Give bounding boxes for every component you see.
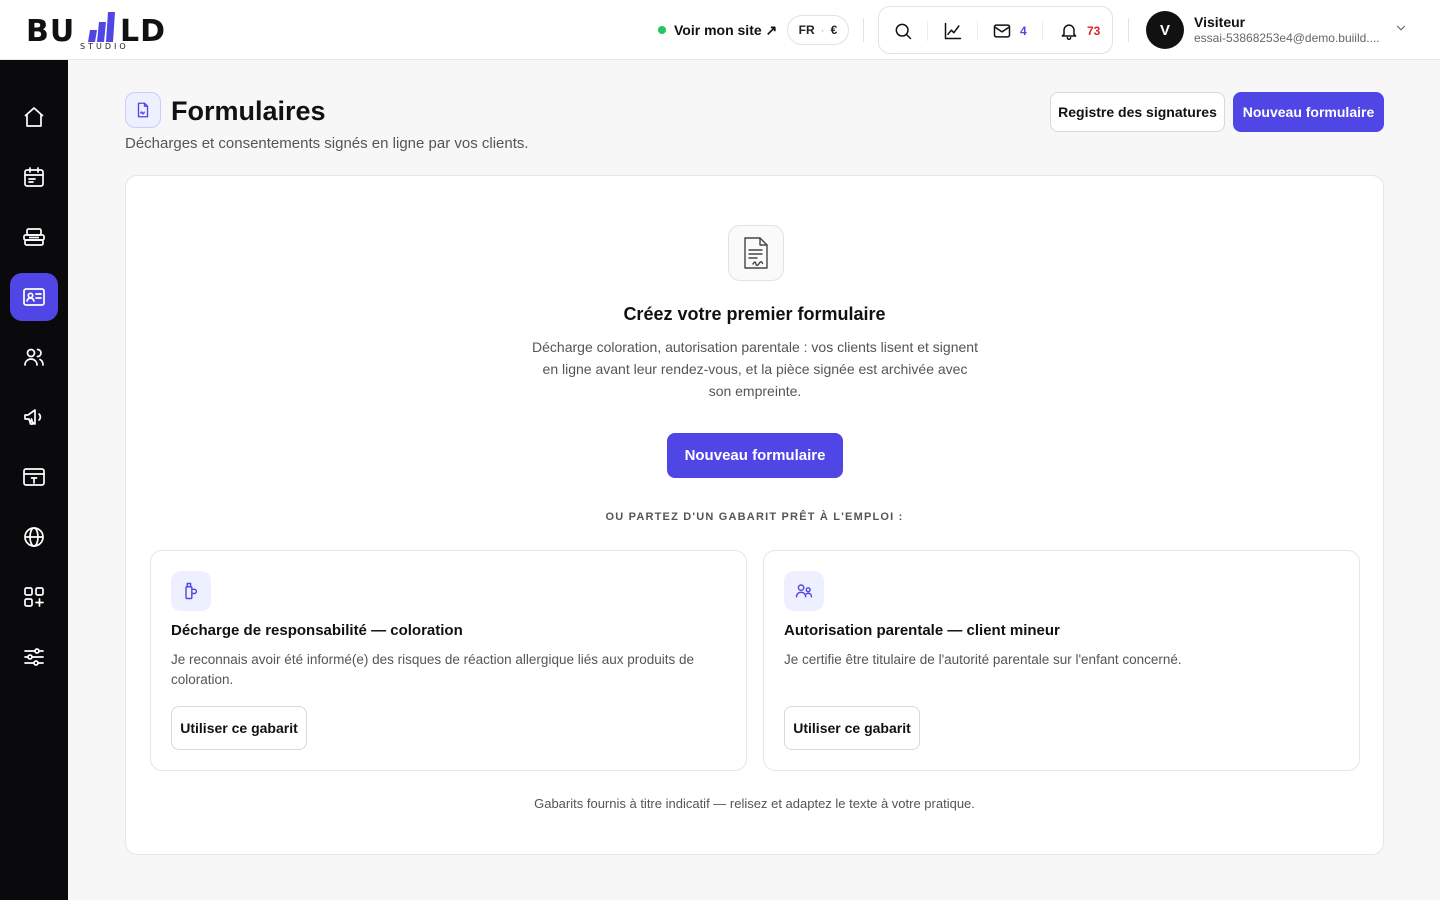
calendar-icon [24, 167, 44, 187]
template-icon [784, 571, 824, 611]
logo-tagline: STUDIO [80, 42, 129, 51]
messages-button[interactable]: 4 [992, 19, 1027, 43]
logo-text-left: BU [26, 14, 76, 49]
chevron-down-icon [1396, 25, 1406, 31]
users-icon [24, 348, 44, 366]
template-title: Autorisation parentale — client mineur [784, 622, 1060, 639]
language-currency-selector[interactable]: FR · € [787, 15, 849, 45]
sidebar-item-settings[interactable] [10, 633, 58, 681]
template-card-coloration: Décharge de responsabilité — coloration … [150, 550, 747, 771]
avatar: V [1146, 11, 1184, 49]
user-name: Visiteur [1194, 14, 1246, 30]
payment-icon [23, 468, 45, 486]
site-status-dot [658, 26, 666, 34]
forms-empty-card: Créez votre premier formulaire Décharge … [125, 175, 1384, 855]
language-code: FR [798, 23, 815, 37]
chart-icon [944, 22, 962, 40]
brand-logo[interactable]: BU LD STUDIO [26, 8, 186, 52]
page-title: Formulaires [171, 96, 326, 126]
tool-divider [977, 21, 978, 41]
register-icon [23, 228, 45, 246]
template-card-parental: Autorisation parentale — client mineur J… [763, 550, 1360, 771]
sidebar-item-marketing[interactable] [10, 393, 58, 441]
empty-state-icon [728, 225, 784, 281]
tool-divider [927, 21, 928, 41]
signed-document-icon [744, 237, 768, 269]
use-template-button[interactable]: Utiliser ce gabarit [784, 706, 920, 750]
topbar-tools: 4 73 [878, 6, 1113, 54]
empty-state-title: Créez votre premier formulaire [623, 304, 886, 324]
empty-state-description: Décharge coloration, autorisation parent… [532, 339, 978, 399]
topbar-divider [863, 18, 864, 42]
notifications-count: 73 [1087, 24, 1101, 38]
megaphone-icon [24, 409, 42, 425]
sliders-icon [24, 648, 44, 666]
signatures-register-button[interactable]: Registre des signatures [1050, 92, 1225, 132]
messages-count: 4 [1020, 24, 1027, 38]
template-description: Je reconnais avoir été informé(e) des ri… [171, 652, 695, 687]
bell-icon [1061, 24, 1077, 41]
sidebar-item-clients[interactable] [10, 333, 58, 381]
templates-disclaimer: Gabarits fournis à titre indicatif — rel… [534, 796, 975, 811]
empty-state-new-form-button[interactable]: Nouveau formulaire [667, 433, 843, 478]
template-icon [171, 571, 211, 611]
search-icon [895, 23, 912, 40]
sidebar-item-website[interactable] [10, 513, 58, 561]
tool-divider [1042, 21, 1043, 41]
page-icon [125, 92, 161, 128]
view-site-link[interactable]: Voir mon site ↗ [658, 19, 777, 41]
id-card-icon [23, 288, 45, 306]
sidebar [0, 60, 68, 900]
user-email: essai-53868253e4@demo.buiild.... [1194, 31, 1380, 45]
logo-bars-icon [88, 12, 115, 42]
sidebar-item-register[interactable] [10, 213, 58, 261]
template-description: Je certifie être titulaire de l'autorité… [784, 652, 1182, 667]
mail-icon [993, 24, 1011, 38]
sidebar-item-home[interactable] [10, 93, 58, 141]
globe-icon [24, 527, 44, 547]
sidebar-item-apps[interactable] [10, 573, 58, 621]
home-icon [24, 107, 44, 127]
language-separator: · [820, 23, 825, 37]
page-subtitle: Décharges et consentements signés en lig… [125, 135, 529, 152]
document-icon [137, 102, 149, 118]
templates-heading: OU PARTEZ D'UN GABARIT PRÊT À L'EMPLOI : [605, 511, 904, 523]
view-site-label: Voir mon site ↗ [674, 21, 778, 38]
user-menu[interactable]: V Visiteur essai-53868253e4@demo.buiild.… [1146, 11, 1416, 49]
apps-add-icon [24, 587, 44, 607]
use-template-button[interactable]: Utiliser ce gabarit [171, 706, 307, 750]
template-title: Décharge de responsabilité — coloration [171, 622, 463, 639]
top-bar: BU LD STUDIO Voir mon site ↗ FR · € 4 73… [0, 0, 1440, 60]
sidebar-item-calendar[interactable] [10, 153, 58, 201]
new-form-button[interactable]: Nouveau formulaire [1233, 92, 1384, 132]
currency-symbol: € [830, 23, 838, 37]
search-button[interactable] [893, 19, 913, 43]
dye-bottle-icon [185, 582, 198, 600]
notifications-button[interactable]: 73 [1059, 19, 1100, 43]
topbar-divider [1128, 18, 1129, 42]
sidebar-item-payments[interactable] [10, 453, 58, 501]
parent-child-icon [795, 584, 813, 598]
sidebar-item-forms[interactable] [10, 273, 58, 321]
stats-button[interactable] [943, 19, 963, 43]
